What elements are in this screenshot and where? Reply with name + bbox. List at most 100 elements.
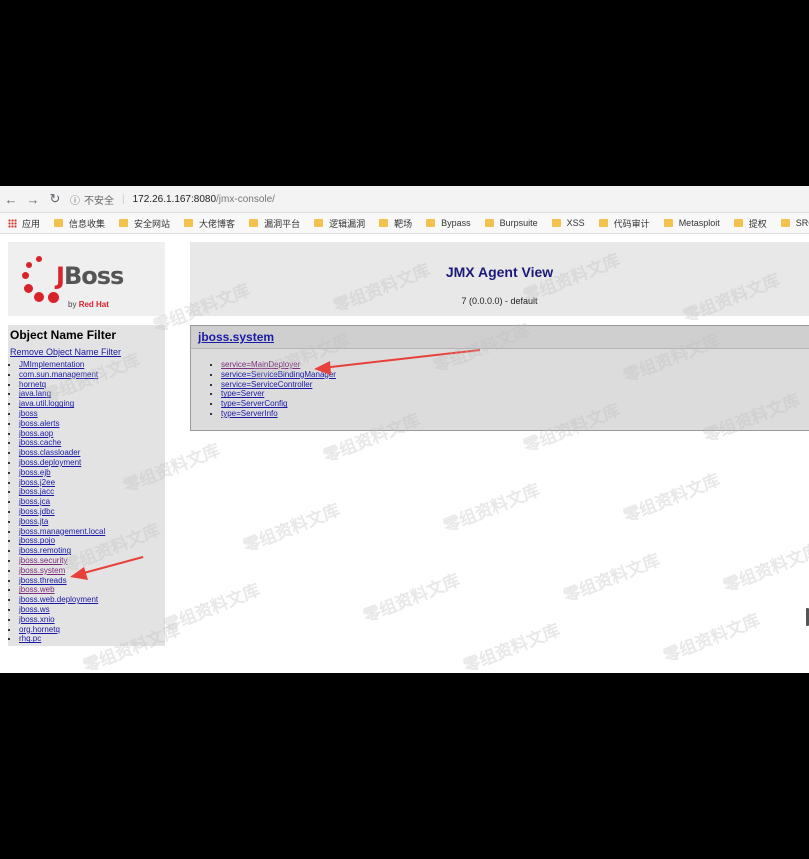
list-item: jboss.pojo [19, 536, 165, 546]
domain-link[interactable]: jboss.deployment [19, 458, 81, 467]
domain-header: jboss.system [191, 326, 809, 349]
bookmark-folder[interactable]: XSS [551, 218, 585, 228]
domain-link[interactable]: JMImplementation [19, 360, 84, 369]
bookmark-apps[interactable]: 应用 [8, 217, 40, 230]
domain-link[interactable]: jboss.remoting [19, 546, 71, 555]
bookmark-folder[interactable]: Bypass [426, 218, 471, 228]
domain-link[interactable]: jboss.cache [19, 438, 61, 447]
remove-filter-link[interactable]: Remove Object Name Filter [10, 347, 165, 357]
domain-link[interactable]: jboss.jta [19, 517, 48, 526]
domain-link[interactable]: jboss.system [19, 566, 65, 575]
bookmark-folder[interactable]: 安全网站 [119, 217, 170, 230]
domain-link[interactable]: java.lang [19, 389, 51, 398]
folder-icon [551, 219, 561, 227]
folder-icon [249, 219, 259, 227]
mbean-link[interactable]: type=Server [221, 389, 264, 398]
bookmark-folder[interactable]: 靶场 [379, 217, 412, 230]
domain-link[interactable]: jboss.web.deployment [19, 595, 98, 604]
domain-link[interactable]: jboss.threads [19, 576, 67, 585]
domain-link[interactable]: jboss.jdbc [19, 507, 55, 516]
address-separator: | [122, 193, 125, 205]
server-info: 7 (0.0.0.0) - default [461, 296, 538, 306]
domain-link[interactable]: jboss.pojo [19, 536, 55, 545]
domain-link[interactable]: jboss.security [19, 556, 67, 565]
mbean-link[interactable]: service=ServiceController [221, 380, 312, 389]
domain-link[interactable]: jboss.xnio [19, 615, 55, 624]
list-item: jboss.remoting [19, 546, 165, 556]
domain-link[interactable]: jboss.classloader [19, 448, 80, 457]
folder-icon [780, 219, 790, 227]
domain-link[interactable]: jboss.management.local [19, 527, 105, 536]
list-item: type=ServerConfig [221, 399, 809, 409]
folder-icon [733, 219, 743, 227]
bookmark-folder[interactable]: 代码审计 [598, 217, 650, 230]
bookmark-folder[interactable]: 提权 [733, 217, 767, 230]
mbean-link[interactable]: service=MainDeployer [221, 360, 300, 369]
bookmark-folder[interactable]: 大佬博客 [184, 217, 235, 230]
list-item: jboss.classloader [19, 448, 165, 458]
bookmark-folder[interactable]: Burpsuite [484, 218, 538, 228]
domain-link[interactable]: jboss [19, 409, 38, 418]
list-item: jboss.management.local [19, 527, 165, 537]
list-item: jboss.xnio [19, 615, 165, 625]
bookmarks-bar: 应用 信息收集 安全网站 大佬博客 漏洞平台 逻辑漏洞 靶场 Bypass Burpsuite… [0, 213, 809, 234]
domain-link[interactable]: jboss.j2ee [19, 478, 55, 487]
list-item: jboss.web.deployment [19, 595, 165, 605]
folder-icon [598, 219, 608, 227]
jmx-console-page: JBoss by Red Hat JMX Agent View 7 (0.0.0… [0, 234, 809, 673]
watermark-text: 零组资料文库 [360, 570, 463, 628]
domain-link[interactable]: jboss.jca [19, 497, 50, 506]
domain-link[interactable]: com.sun.management [19, 370, 98, 379]
list-item: jboss.jca [19, 497, 165, 507]
folder-icon [314, 219, 324, 227]
list-item: rhq.pc [19, 634, 165, 644]
domain-link[interactable]: rhq.pc [19, 634, 41, 643]
domain-link[interactable]: jboss.aop [19, 429, 53, 438]
mbean-list: service=MainDeployerservice=ServiceBindi… [221, 360, 809, 419]
browser-toolbar: ← → ↻ ⓘ 不安全 | 172.26.1.167:8080/jmx-cons… [0, 186, 809, 213]
list-item: java.util.logging [19, 399, 165, 409]
folder-icon [184, 219, 194, 227]
domain-link[interactable]: java.util.logging [19, 399, 74, 408]
mbean-link[interactable]: service=ServiceBindingManager [221, 370, 336, 379]
forward-icon[interactable]: → [22, 192, 44, 207]
domain-link[interactable]: jboss.ejb [19, 468, 51, 477]
list-item: org.hornetq [19, 625, 165, 635]
watermark-text: 零组资料文库 [460, 620, 563, 673]
watermark-text: 零组资料文库 [560, 550, 663, 608]
address-bar[interactable]: ⓘ 不安全 | 172.26.1.167:8080/jmx-console/ [70, 192, 275, 207]
bookmark-folder[interactable]: 逻辑漏洞 [314, 217, 365, 230]
folder-icon [379, 219, 389, 227]
bookmark-folder[interactable]: 漏洞平台 [249, 217, 300, 230]
list-item: jboss.cache [19, 438, 165, 448]
bookmark-folder[interactable]: Metasploit [663, 218, 720, 228]
list-item: com.sun.management [19, 370, 165, 380]
bookmark-folder[interactable]: 信息收集 [54, 217, 105, 230]
list-item: jboss.ws [19, 605, 165, 615]
domain-link[interactable]: jboss.jacc [19, 487, 54, 496]
back-icon[interactable]: ← [0, 192, 22, 207]
info-icon[interactable]: ⓘ [70, 192, 80, 207]
mbean-link[interactable]: type=ServerConfig [221, 399, 287, 408]
list-item: jboss.jdbc [19, 507, 165, 517]
domain-link[interactable]: org.hornetq [19, 625, 60, 634]
list-item: service=ServiceController [221, 380, 809, 390]
list-item: service=ServiceBindingManager [221, 370, 809, 380]
folder-icon [663, 219, 673, 227]
browser-screenshot: ← → ↻ ⓘ 不安全 | 172.26.1.167:8080/jmx-cons… [0, 186, 809, 673]
domain-title-link[interactable]: jboss.system [198, 330, 274, 344]
reload-icon[interactable]: ↻ [44, 191, 66, 207]
url-text[interactable]: 172.26.1.167:8080/jmx-console/ [133, 194, 275, 205]
domain-link[interactable]: jboss.web [19, 585, 55, 594]
list-item: jboss.alerts [19, 419, 165, 429]
domain-link[interactable]: jboss.ws [19, 605, 50, 614]
list-item: type=ServerInfo [221, 409, 809, 419]
domain-link[interactable]: hornetq [19, 380, 46, 389]
list-item: jboss.web [19, 585, 165, 595]
bookmark-folder[interactable]: SRC [780, 218, 809, 228]
domain-link[interactable]: jboss.alerts [19, 419, 59, 428]
mbean-link[interactable]: type=ServerInfo [221, 409, 278, 418]
jboss-wordmark: JBoss [56, 262, 124, 290]
watermark-text: 零组资料文库 [160, 580, 263, 638]
list-item: type=Server [221, 389, 809, 399]
